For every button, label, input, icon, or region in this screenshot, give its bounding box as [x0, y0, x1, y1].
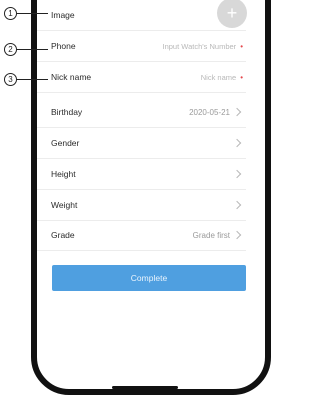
avatar-add-button[interactable]: +: [217, 0, 247, 28]
nickname-input[interactable]: Nick name: [201, 73, 236, 82]
callout-line: [17, 49, 48, 50]
callout-line: [17, 79, 48, 80]
grade-label: Grade: [51, 230, 75, 240]
weight-label: Weight: [51, 200, 78, 210]
grade-value: Grade first: [192, 230, 230, 240]
height-label: Height: [51, 169, 76, 179]
phone-label: Phone: [51, 41, 76, 51]
chevron-right-icon: [232, 107, 242, 117]
image-row[interactable]: Image +: [37, 0, 247, 31]
chevron-right-icon: [232, 200, 242, 210]
phone-input[interactable]: Input Watch's Number: [163, 42, 237, 51]
callout-line: [17, 13, 48, 14]
callout-number: 2: [4, 43, 17, 56]
gender-row[interactable]: Gender: [37, 128, 246, 159]
chevron-right-icon: [232, 138, 242, 148]
required-mark: •: [240, 72, 243, 82]
birthday-label: Birthday: [51, 107, 83, 117]
nickname-row[interactable]: Nick name Nick name •: [37, 62, 246, 93]
phone-row[interactable]: Phone Input Watch's Number •: [37, 31, 246, 62]
birthday-value: 2020-05-21: [189, 107, 230, 117]
gender-label: Gender: [51, 138, 80, 148]
chevron-right-icon: [232, 230, 242, 240]
home-indicator: [112, 386, 178, 389]
weight-row[interactable]: Weight: [37, 190, 246, 221]
nickname-label: Nick name: [51, 72, 92, 82]
required-mark: •: [240, 41, 243, 51]
complete-button[interactable]: Complete: [52, 265, 246, 291]
image-label: Image: [51, 10, 75, 20]
chevron-right-icon: [232, 169, 242, 179]
callout-number: 3: [4, 73, 17, 86]
height-row[interactable]: Height: [37, 159, 246, 190]
profile-form-screen: Image + Phone Input Watch's Number • Nic…: [37, 0, 247, 392]
grade-row[interactable]: Grade Grade first: [37, 220, 246, 251]
plus-icon: +: [226, 3, 238, 23]
callout-number: 1: [4, 7, 17, 20]
birthday-row[interactable]: Birthday 2020-05-21: [37, 97, 246, 128]
